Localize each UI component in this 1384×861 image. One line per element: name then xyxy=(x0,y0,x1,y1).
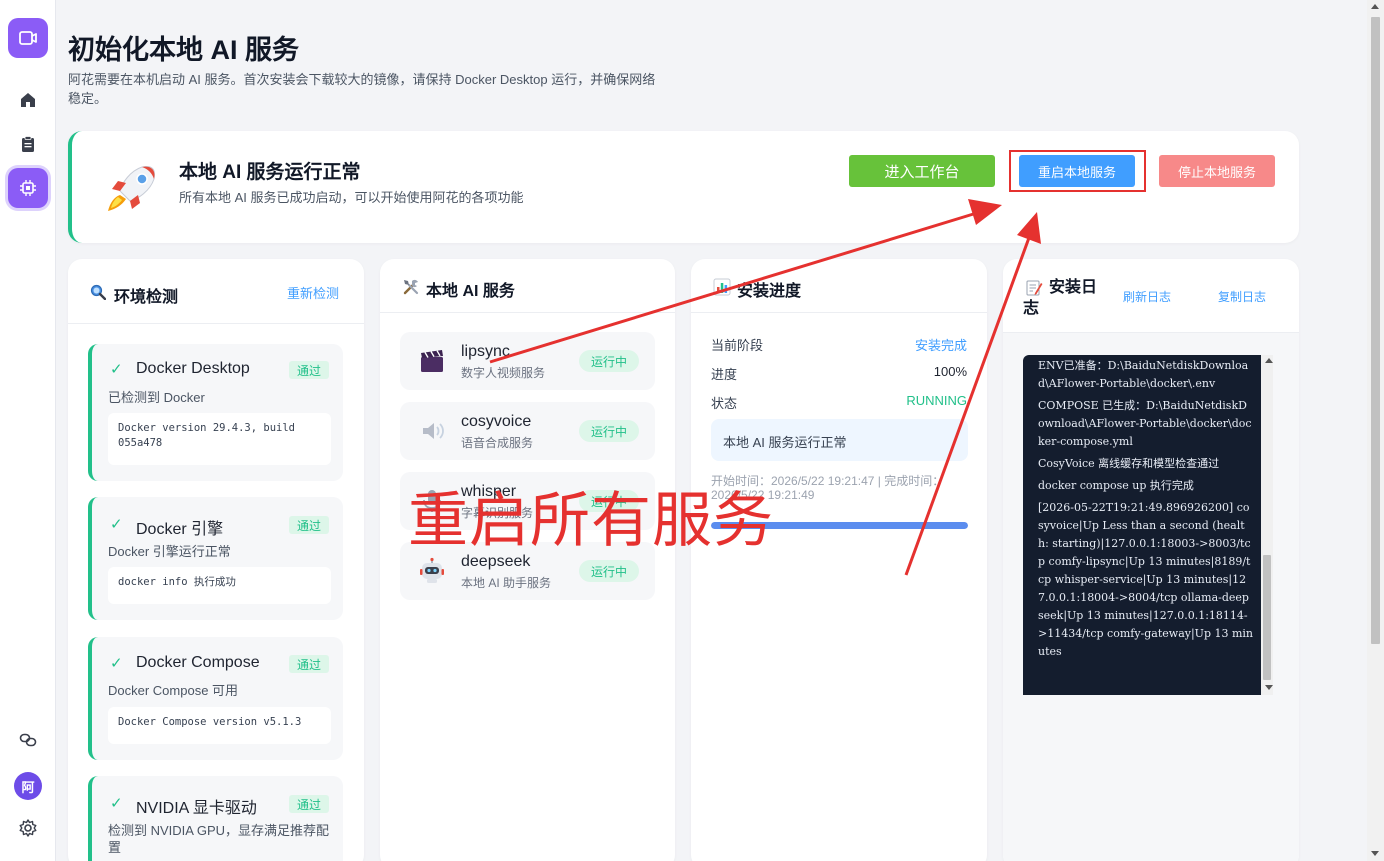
env-card-code: Docker version 29.4.3, build 055a478 xyxy=(108,413,331,465)
magnifier-icon xyxy=(90,284,106,300)
progress-value: 100% xyxy=(933,364,967,379)
robot-icon xyxy=(420,557,444,583)
stage-value: 安装完成 xyxy=(914,338,967,353)
env-card-desc: 已检测到 Docker xyxy=(108,390,205,405)
env-panel-title: 环境检测 xyxy=(114,289,179,306)
avatar[interactable]: 阿 xyxy=(14,772,42,800)
log-scrollbar[interactable] xyxy=(1261,355,1273,695)
progress-panel: 安装进度 当前阶段 安装完成 进度 100% 状态 RUNNING 本地 AI … xyxy=(691,259,987,861)
log-area: ENV已准备：D:\BaiduNetdiskDownload\AFlower-P… xyxy=(1003,333,1299,861)
log-line: CosyVoice 离线缓存和模型检查通过 xyxy=(1038,457,1220,470)
tools-icon xyxy=(403,279,419,295)
env-card-desc: Docker 引擎运行正常 xyxy=(108,544,231,559)
status-badge: 通过 xyxy=(289,516,329,534)
service-desc: 数字人视频服务 xyxy=(461,366,546,380)
status-badge: 运行中 xyxy=(579,420,639,442)
scroll-down-arrow-icon[interactable] xyxy=(1265,685,1273,690)
copy-log-link[interactable]: 复制日志 xyxy=(1218,288,1266,305)
page-title: 初始化本地 AI 服务 xyxy=(68,35,300,65)
progress-label: 进度 xyxy=(711,367,738,382)
sidebar-item-home[interactable] xyxy=(8,80,48,120)
annotation-text: 重启所有服务 xyxy=(408,486,774,556)
banner-title: 本地 AI 服务运行正常 xyxy=(179,162,361,183)
status-badge: 通过 xyxy=(289,795,329,813)
banner-subtitle: 所有本地 AI 服务已成功启动，可以开始使用阿花的各项功能 xyxy=(179,190,524,205)
log-panel: 安装日志 刷新日志 复制日志 ENV已准备：D:\BaiduNetdiskDow… xyxy=(1003,259,1299,861)
speaker-icon xyxy=(423,423,444,439)
sidebar-item-settings[interactable] xyxy=(8,808,48,848)
sidebar-logo-button[interactable] xyxy=(8,18,48,58)
status-badge: 通过 xyxy=(289,361,329,379)
log-line: ENV已准备：D:\BaiduNetdiskDownload\AFlower-P… xyxy=(1038,359,1249,390)
status-message-box: 本地 AI 服务运行正常 xyxy=(711,419,968,461)
check-icon: ✓ xyxy=(110,516,123,533)
clipboard-icon xyxy=(22,136,34,152)
settings-icon xyxy=(19,819,37,837)
rocket-icon xyxy=(108,166,155,211)
env-card-code: docker info 执行成功 xyxy=(108,567,331,604)
status-badge: 运行中 xyxy=(579,560,639,582)
bar-chart-icon xyxy=(713,278,731,296)
services-panel-header: 本地 AI 服务 xyxy=(380,259,675,313)
log-scroll-thumb[interactable] xyxy=(1263,555,1271,680)
page-subtitle: 阿花需要在本机启动 AI 服务。首次安装会下载较大的镜像，请保持 Docker … xyxy=(68,72,656,106)
clapperboard-icon xyxy=(421,350,443,372)
env-card-code: Docker Compose version v5.1.3 xyxy=(108,707,331,744)
progress-panel-header: 安装进度 xyxy=(691,259,987,313)
env-card-docker-compose: ✓ Docker Compose 通过 Docker Compose 可用 Do… xyxy=(88,637,343,760)
page-scrollbar[interactable] xyxy=(1367,0,1384,861)
stage-label: 当前阶段 xyxy=(711,338,764,353)
service-name: lipsync xyxy=(461,343,510,360)
progress-panel-title: 安装进度 xyxy=(737,283,802,300)
service-desc: 本地 AI 助手服务 xyxy=(461,576,552,590)
status-badge: 通过 xyxy=(289,655,329,673)
chip-icon xyxy=(20,180,36,196)
log-line: COMPOSE 已生成：D:\BaiduNetdiskDownload\AFlo… xyxy=(1038,399,1252,448)
env-panel-header: 环境检测 重新检测 xyxy=(68,259,364,324)
env-card-name: Docker 引擎 xyxy=(136,521,224,538)
refresh-log-link[interactable]: 刷新日志 xyxy=(1123,288,1171,305)
log-output[interactable]: ENV已准备：D:\BaiduNetdiskDownload\AFlower-P… xyxy=(1023,355,1261,695)
status-value: RUNNING xyxy=(906,393,967,408)
video-icon xyxy=(19,31,37,45)
service-item-lipsync[interactable]: lipsync 数字人视频服务 运行中 xyxy=(400,332,655,390)
service-name: cosyvoice xyxy=(461,413,532,430)
log-line: docker compose up 执行完成 xyxy=(1038,479,1194,492)
recheck-link[interactable]: 重新检测 xyxy=(287,283,339,302)
env-card-docker-engine: ✓ Docker 引擎 通过 Docker 引擎运行正常 docker info… xyxy=(88,497,343,620)
env-card-name: NVIDIA 显卡驱动 xyxy=(136,800,257,817)
service-item-cosyvoice[interactable]: cosyvoice 语音合成服务 运行中 xyxy=(400,402,655,460)
service-desc: 语音合成服务 xyxy=(461,436,534,450)
env-card-desc: Docker Compose 可用 xyxy=(108,683,239,698)
services-panel-title: 本地 AI 服务 xyxy=(426,283,515,300)
stop-service-button[interactable]: 停止本地服务 xyxy=(1159,155,1275,187)
home-icon xyxy=(21,93,35,107)
env-card-docker-desktop: ✓ Docker Desktop 通过 已检测到 Docker Docker v… xyxy=(88,344,343,481)
sidebar: 阿 xyxy=(0,0,56,861)
enter-workspace-button[interactable]: 进入工作台 xyxy=(849,155,995,187)
check-icon: ✓ xyxy=(110,795,123,812)
env-card-name: Docker Compose xyxy=(136,654,260,671)
log-panel-title: 安装日志 xyxy=(1023,279,1098,317)
page-scroll-down-icon[interactable] xyxy=(1371,851,1379,856)
sidebar-item-link[interactable] xyxy=(8,720,48,760)
env-card-nvidia: ✓ NVIDIA 显卡驱动 通过 检测到 NVIDIA GPU，显存满足推荐配置 xyxy=(88,776,343,861)
sidebar-item-tasks[interactable] xyxy=(8,124,48,164)
status-badge: 运行中 xyxy=(579,350,639,372)
page-scroll-thumb[interactable] xyxy=(1371,17,1380,644)
log-line: [2026-05-22T19:21:49.896926200] cosyvoic… xyxy=(1038,501,1254,658)
log-panel-header: 安装日志 刷新日志 复制日志 xyxy=(1003,259,1299,333)
check-icon: ✓ xyxy=(110,655,123,672)
status-label: 状态 xyxy=(711,396,738,411)
services-panel: 本地 AI 服务 lipsync 数字人视频服务 运行中 cosyvoice 语… xyxy=(380,259,675,861)
env-check-panel: 环境检测 重新检测 ✓ Docker Desktop 通过 已检测到 Docke… xyxy=(68,259,364,861)
sidebar-item-local-ai[interactable] xyxy=(8,168,48,208)
page-scroll-up-icon[interactable] xyxy=(1371,4,1379,9)
annotation-highlight-box xyxy=(1009,150,1146,192)
env-card-desc: 检测到 NVIDIA GPU，显存满足推荐配置 xyxy=(108,823,330,855)
link-icon xyxy=(19,733,37,747)
check-icon: ✓ xyxy=(110,361,123,378)
env-card-name: Docker Desktop xyxy=(136,360,250,377)
scroll-up-arrow-icon[interactable] xyxy=(1265,358,1273,363)
